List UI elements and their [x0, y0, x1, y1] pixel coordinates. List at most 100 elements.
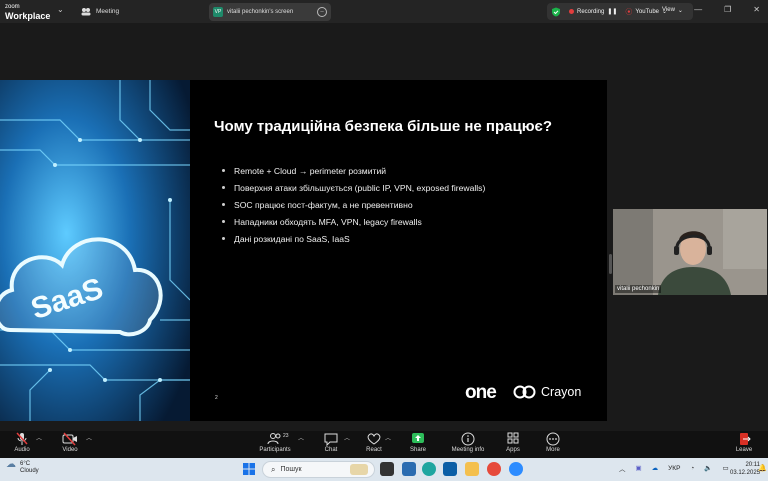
- file-explorer-icon[interactable]: [465, 462, 479, 476]
- pause-icon[interactable]: ❚❚: [607, 8, 617, 15]
- zoom-workplace-logo[interactable]: zoom Workplace: [5, 3, 51, 21]
- weather-widget[interactable]: ☁ 6°C Cloudy: [6, 460, 39, 475]
- participant-video: [613, 209, 767, 295]
- saas-cloud-image: SaaS: [0, 80, 190, 421]
- edge-icon[interactable]: [422, 462, 436, 476]
- more-icon: [546, 432, 560, 446]
- chevron-up-icon[interactable]: ︿: [344, 433, 350, 442]
- participant-video-tile[interactable]: vitalii pechonkin: [613, 209, 767, 295]
- maximize-icon[interactable]: ❐: [724, 5, 731, 14]
- start-button[interactable]: [242, 462, 256, 476]
- crayon-logo-text: Crayon: [541, 385, 582, 399]
- logo-line1: zoom: [5, 4, 20, 10]
- resize-handle[interactable]: [609, 254, 612, 274]
- more-button[interactable]: More: [533, 431, 573, 453]
- apps-icon: [507, 432, 519, 444]
- bullet-icon: [222, 203, 225, 206]
- share-screen-icon: [412, 433, 424, 443]
- taskbar-search[interactable]: ⌕ Пошук: [262, 461, 375, 478]
- outlook-icon[interactable]: [443, 462, 457, 476]
- bullet-text: Нападники обходять MFA, VPN, legacy fire…: [234, 216, 422, 227]
- search-highlight-icon: [350, 464, 368, 475]
- recording-label: Recording: [577, 8, 605, 15]
- leave-button[interactable]: Leave: [724, 431, 764, 453]
- screen-share-tab[interactable]: VP vitalii pechonkin's screen –: [209, 3, 331, 21]
- onedrive-icon[interactable]: ☁: [652, 464, 659, 472]
- meeting-toolbar: Audio ︿ Video ︿ Participants 23 ︿ Chat ︿…: [0, 431, 768, 458]
- chrome-icon[interactable]: [487, 462, 501, 476]
- logo-line2: Workplace: [5, 11, 51, 21]
- video-label: Video: [62, 447, 78, 453]
- clock-date: 03.12.2025: [730, 470, 761, 476]
- temperature: 6°C: [20, 461, 31, 467]
- bullet-icon: [222, 237, 225, 240]
- live-stream-icon: ⦿: [625, 8, 633, 16]
- close-icon[interactable]: ✕: [753, 5, 760, 14]
- bullet-icon: [222, 169, 225, 172]
- info-icon: [461, 432, 475, 446]
- zoom-app-icon[interactable]: [509, 462, 523, 476]
- minimize-icon[interactable]: —: [694, 5, 702, 14]
- teams-icon[interactable]: ▣: [636, 464, 642, 472]
- meeting-info-label: Meeting info: [451, 447, 485, 453]
- meeting-icon: [81, 8, 91, 16]
- participants-count: 23: [283, 433, 289, 439]
- apps-button[interactable]: Apps: [493, 431, 533, 453]
- recording-indicator[interactable]: Recording ❚❚: [565, 8, 621, 15]
- meeting-tab-label: Meeting: [96, 8, 120, 15]
- bullet-text: Remote + Cloud → perimeter розмитий: [234, 165, 387, 176]
- meeting-stage: SaaS Чому традиційна безпека більше не п…: [0, 23, 768, 431]
- slide-bullet-list: Remote + Cloud → perimeter розмитий Пове…: [222, 162, 485, 247]
- security-status[interactable]: [547, 7, 565, 17]
- chevron-up-icon[interactable]: ︿: [385, 433, 391, 442]
- notifications-icon[interactable]: 🔔: [758, 464, 767, 472]
- list-item: Remote + Cloud → perimeter розмитий: [222, 162, 485, 179]
- slide-title: Чому традиційна безпека більше не працює…: [214, 118, 552, 135]
- chat-label: Chat: [324, 447, 338, 453]
- bullet-text: Поверхня атаки збільшується (public IP, …: [234, 182, 486, 193]
- more-label: More: [546, 447, 560, 453]
- participants-label: Participants: [259, 447, 291, 453]
- search-placeholder: Пошук: [280, 466, 302, 473]
- list-item: Нападники обходять MFA, VPN, legacy fire…: [222, 213, 485, 230]
- chevron-down-icon: ⌄: [677, 8, 683, 14]
- participants-button[interactable]: Participants: [255, 431, 295, 453]
- task-view-icon[interactable]: [380, 462, 394, 476]
- windows-taskbar: ☁ 6°C Cloudy ⌕ Пошук ︿ ▣ ☁ УКР ◔ 🔈 ▭ 20:…: [0, 458, 768, 481]
- leave-label: Leave: [735, 447, 753, 453]
- chevron-up-icon[interactable]: ︿: [86, 433, 92, 442]
- view-label: View: [662, 7, 675, 13]
- list-item: Поверхня атаки збільшується (public IP, …: [222, 179, 485, 196]
- youtube-label: YouTube: [635, 8, 659, 15]
- crayon-logo-icon: [513, 385, 536, 399]
- chevron-up-icon[interactable]: ︿: [298, 433, 304, 442]
- chevron-up-icon[interactable]: ︿: [36, 433, 42, 442]
- bullet-icon: [222, 220, 225, 223]
- battery-icon[interactable]: ▭: [722, 464, 728, 472]
- widgets-icon[interactable]: [402, 462, 416, 476]
- bullet-text: Дані розкидані по SaaS, IaaS: [234, 233, 350, 244]
- video-button[interactable]: Video: [50, 431, 90, 453]
- windows-logo-icon: [243, 463, 255, 475]
- meeting-info-button[interactable]: Meeting info: [448, 431, 488, 453]
- meeting-tab[interactable]: Meeting: [81, 4, 119, 19]
- more-options-icon[interactable]: –: [317, 7, 327, 17]
- slide-number: 2: [215, 395, 218, 401]
- list-item: SOC працює пост-фактум, а не превентивно: [222, 196, 485, 213]
- record-dot-icon: [569, 9, 574, 14]
- system-clock[interactable]: 20:11 03.12.2025: [730, 461, 760, 477]
- view-button[interactable]: View ⌄: [662, 7, 683, 14]
- language-indicator[interactable]: УКР: [668, 465, 680, 472]
- volume-icon[interactable]: 🔈: [704, 464, 712, 472]
- wifi-icon[interactable]: ◔: [690, 465, 694, 472]
- title-bar: zoom Workplace ⌄ Meeting VP vitalii pech…: [0, 0, 768, 23]
- one-logo: one: [465, 382, 497, 403]
- chevron-up-icon[interactable]: ︿: [619, 463, 626, 473]
- bullet-text: SOC працює пост-фактум, а не превентивно: [234, 199, 413, 210]
- audio-label: Audio: [14, 447, 30, 453]
- avatar: VP: [213, 7, 223, 17]
- chevron-down-icon[interactable]: ⌄: [57, 5, 64, 14]
- system-tray: ︿ ▣ ☁ УКР ◔ 🔈 ▭: [619, 463, 729, 474]
- shield-icon: [552, 7, 560, 16]
- share-button[interactable]: Share: [398, 431, 438, 453]
